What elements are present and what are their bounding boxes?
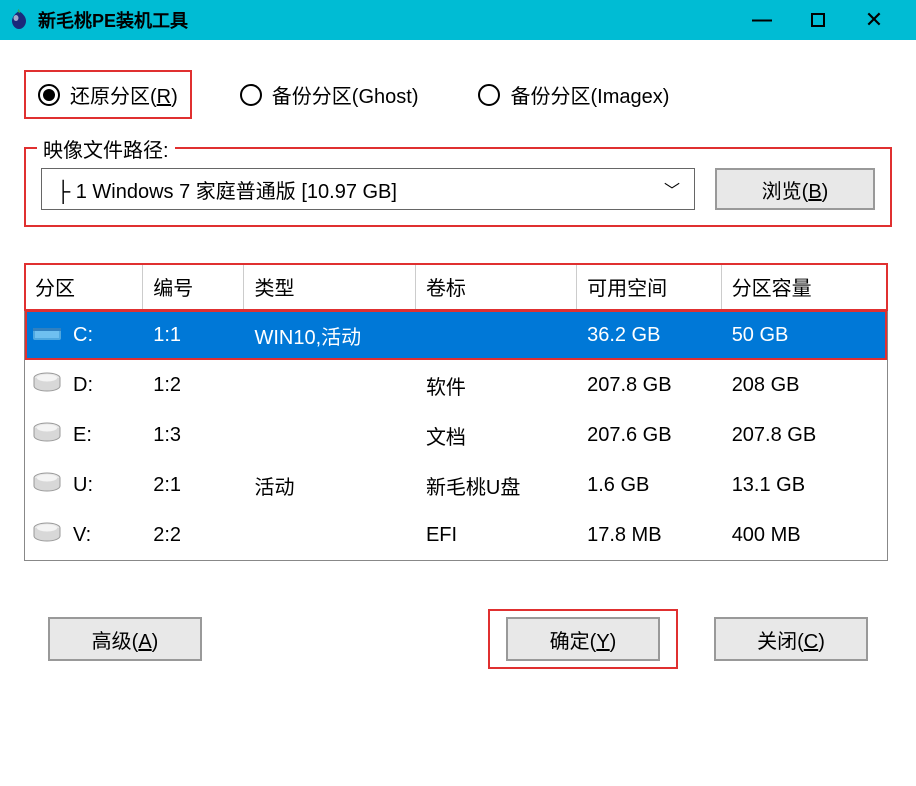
cell-capacity: 207.8 GB: [721, 410, 886, 460]
cell-capacity: 13.1 GB: [721, 460, 886, 510]
cell-label: EFI: [415, 510, 576, 560]
cell-type: 活动: [244, 460, 415, 510]
header-free[interactable]: 可用空间: [577, 264, 722, 310]
image-path-label: 映像文件路径:: [37, 134, 175, 163]
minimize-button[interactable]: [752, 10, 772, 30]
radio-backup-imagex[interactable]: 备份分区(Imagex): [466, 72, 681, 117]
image-path-selected: ├ 1 Windows 7 家庭普通版 [10.97 GB]: [56, 175, 397, 204]
cell-type: [244, 410, 415, 460]
partition-table: 分区 编号 类型 卷标 可用空间 分区容量 C: 1:1WIN10,活动 36.2 …: [24, 263, 888, 561]
cell-capacity: 208 GB: [721, 360, 886, 410]
browse-button[interactable]: 浏览(B): [715, 168, 875, 210]
table-row[interactable]: D: 1:2 软件207.8 GB208 GB: [25, 360, 887, 410]
cell-label: 软件: [415, 360, 576, 410]
cell-type: [244, 510, 415, 560]
header-partition[interactable]: 分区: [25, 264, 143, 310]
radio-label: 备份分区(Imagex): [510, 80, 669, 109]
image-path-fieldset: 映像文件路径: ├ 1 Windows 7 家庭普通版 [10.97 GB] ﹀…: [24, 147, 892, 227]
radio-label: 还原分区(R): [70, 80, 178, 109]
header-label[interactable]: 卷标: [415, 264, 576, 310]
cell-label: [415, 310, 576, 361]
drive-icon: [31, 420, 63, 450]
cell-number: 2:1: [143, 460, 244, 510]
table-row[interactable]: U: 2:1活动新毛桃U盘1.6 GB13.1 GB: [25, 460, 887, 510]
titlebar: 新毛桃PE装机工具: [0, 0, 916, 40]
cell-capacity: 400 MB: [721, 510, 886, 560]
cell-free: 17.8 MB: [577, 510, 722, 560]
radio-unchecked-icon: [478, 84, 500, 106]
app-icon: [8, 9, 30, 31]
close-button[interactable]: [864, 10, 884, 30]
footer-buttons: 高级(A) 确定(Y) 关闭(C): [24, 617, 892, 669]
radio-backup-ghost[interactable]: 备份分区(Ghost): [228, 72, 431, 117]
drive-icon: [31, 320, 63, 350]
cell-type: WIN10,活动: [244, 310, 415, 361]
drive-icon: [31, 520, 63, 550]
cell-free: 1.6 GB: [577, 460, 722, 510]
table-row[interactable]: E: 1:3 文档207.6 GB207.8 GB: [25, 410, 887, 460]
radio-checked-icon: [38, 84, 60, 106]
ok-highlight: 确定(Y): [488, 609, 678, 669]
cell-number: 1:1: [143, 310, 244, 361]
window-title: 新毛桃PE装机工具: [38, 7, 752, 33]
cell-number: 1:2: [143, 360, 244, 410]
table-row[interactable]: V: 2:2 EFI17.8 MB400 MB: [25, 510, 887, 560]
drive-letter: V:: [73, 524, 91, 547]
cell-free: 36.2 GB: [577, 310, 722, 361]
header-capacity[interactable]: 分区容量: [721, 264, 886, 310]
table-header-row: 分区 编号 类型 卷标 可用空间 分区容量: [25, 264, 887, 310]
drive-icon: [31, 470, 63, 500]
cell-free: 207.8 GB: [577, 360, 722, 410]
mode-radio-group: 还原分区(R) 备份分区(Ghost) 备份分区(Imagex): [24, 70, 892, 119]
table-row[interactable]: C: 1:1WIN10,活动 36.2 GB50 GB: [25, 310, 887, 361]
cell-capacity: 50 GB: [721, 310, 886, 361]
image-path-dropdown[interactable]: ├ 1 Windows 7 家庭普通版 [10.97 GB] ﹀: [41, 168, 695, 210]
drive-icon: [31, 370, 63, 400]
drive-letter: U:: [73, 474, 93, 497]
drive-letter: E:: [73, 424, 92, 447]
drive-letter: D:: [73, 374, 93, 397]
maximize-button[interactable]: [808, 10, 828, 30]
ok-button[interactable]: 确定(Y): [506, 617, 660, 661]
cell-label: 新毛桃U盘: [415, 460, 576, 510]
header-type[interactable]: 类型: [244, 264, 415, 310]
cell-label: 文档: [415, 410, 576, 460]
chevron-down-icon: ﹀: [664, 177, 680, 201]
cell-number: 1:3: [143, 410, 244, 460]
radio-unchecked-icon: [240, 84, 262, 106]
window-controls: [752, 10, 908, 30]
drive-letter: C:: [73, 324, 93, 347]
header-number[interactable]: 编号: [143, 264, 244, 310]
radio-label: 备份分区(Ghost): [272, 80, 419, 109]
cell-type: [244, 360, 415, 410]
cell-free: 207.6 GB: [577, 410, 722, 460]
advanced-button[interactable]: 高级(A): [48, 617, 202, 661]
radio-restore-partition[interactable]: 还原分区(R): [24, 70, 192, 119]
close-app-button[interactable]: 关闭(C): [714, 617, 868, 661]
cell-number: 2:2: [143, 510, 244, 560]
